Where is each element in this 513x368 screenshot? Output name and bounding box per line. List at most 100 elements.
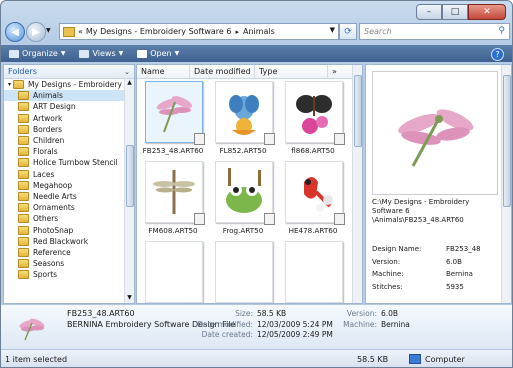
file-type-badge-icon [334,133,345,145]
file-item[interactable]: FL852.ART50 [211,81,275,161]
caption-buttons: – □ ✕ [416,4,506,20]
folder-icon [18,169,29,179]
open-button[interactable]: Open ▼ [137,49,179,58]
tree-item[interactable]: Animals [4,90,124,102]
search-input[interactable]: Search ⚲ [359,23,510,40]
folders-header[interactable]: Folders ⌄ [4,65,134,79]
tree-item-label: Holice Turnbow Stencil [33,158,118,168]
tree-item[interactable]: Reference [4,247,124,258]
file-item[interactable]: fl868.ART50 [281,81,345,161]
file-thumbnail[interactable] [145,81,205,145]
file-scrollbar[interactable] [352,65,362,303]
scroll-thumb[interactable] [126,145,134,207]
column-name[interactable]: Name [137,65,190,78]
explorer-window: – □ ✕ ◀ ▶ ▼ « My Designs - Embroidery So… [0,0,513,368]
file-thumbnail[interactable] [215,241,273,303]
preview-property-row: Version: 6.0B [372,256,502,269]
tree-item[interactable]: Ornaments [4,202,124,213]
expand-arrow-icon[interactable]: ▾ [8,81,11,88]
tree-item[interactable]: Borders [4,124,124,135]
file-item[interactable]: Frog.ART50 [211,161,275,241]
file-thumbnail[interactable] [215,161,275,225]
search-icon[interactable]: ⚲ [498,26,505,36]
scroll-up-icon[interactable]: ▲ [125,79,134,88]
file-thumbnail[interactable] [145,241,203,303]
file-thumbnail[interactable] [285,81,345,145]
column-type[interactable]: Type [255,65,328,78]
folders-scrollbar[interactable]: ▲ ▼ [124,79,134,303]
tree-item[interactable]: Seasons [4,258,124,269]
preview-pane: C:\My Designs - Embroidery Software 6 \A… [365,64,512,304]
preview-scrollbar[interactable] [501,65,511,303]
file-thumbnail[interactable] [215,81,275,145]
views-button[interactable]: Views ▼ [79,49,123,58]
folder-icon [63,26,75,37]
folder-icon [18,270,29,280]
tree-item[interactable]: Red Blackwork [4,236,124,247]
tree-item[interactable]: Sports [4,269,124,280]
organize-button[interactable]: Organize ▼ [9,49,65,58]
breadcrumb-animals[interactable]: Animals [243,27,275,36]
tree-item-label: Needle Arts [33,191,77,201]
address-prefix[interactable]: « [78,27,83,36]
file-item[interactable]: FM608.ART50 [141,161,205,241]
help-icon[interactable]: ? [491,48,504,61]
file-item[interactable] [281,241,345,303]
close-button[interactable]: ✕ [468,4,506,20]
property-value: 5935 [446,282,464,291]
chevron-down-icon: ▼ [118,50,124,57]
address-input[interactable]: « My Designs - Embroidery Software 6 ▸ A… [59,23,339,40]
tree-item-label: Red Blackwork [33,236,89,246]
breadcrumb-my-designs[interactable]: My Designs - Embroidery Software 6 [86,27,232,36]
tree-item[interactable]: Artwork [4,113,124,124]
chevron-down-icon[interactable]: ⌄ [124,68,130,76]
column-date-modified[interactable]: Date modified [190,65,255,78]
tree-item[interactable]: Others [4,213,124,224]
tree-item[interactable]: ART Design [4,101,124,112]
search-placeholder: Search [364,27,392,36]
created-value: 12/05/2009 2:49 PM [257,330,333,339]
tree-item[interactable]: Holice Turnbow Stencil [4,157,124,168]
tree-item[interactable]: Children [4,135,124,146]
scroll-thumb[interactable] [503,75,511,207]
address-bar-area: ◀ ▶ ▼ « My Designs - Embroidery Software… [5,21,510,43]
scroll-thumb[interactable] [354,75,362,147]
scroll-down-icon[interactable]: ▼ [125,294,134,303]
file-thumbnail[interactable] [285,241,343,303]
refresh-icon: ⟳ [344,26,352,37]
tree-item[interactable]: Florals [4,146,124,157]
recent-pages-dropdown[interactable]: ▼ [46,27,51,34]
tree-item[interactable]: Megahoop [4,180,124,191]
status-bar: 1 item selected 58.5 KB Computer [1,349,512,367]
file-item[interactable] [211,241,275,303]
file-item[interactable]: FB253_48.ART60 [141,81,205,161]
file-thumbnail[interactable] [285,161,345,225]
file-item[interactable]: HE478.ART60 [281,161,345,241]
refresh-button[interactable]: ⟳ [339,23,357,40]
tree-item[interactable]: PhotoSnap [4,224,124,235]
tree-item[interactable]: Needle Arts [4,191,124,202]
tree-item[interactable]: Laces [4,169,124,180]
breadcrumb-separator-icon[interactable]: ▸ [235,28,239,36]
forward-button[interactable]: ▶ [26,22,46,42]
organize-label: Organize [22,49,58,58]
preview-property-row: Stitches: 5935 [372,281,502,294]
chevron-down-icon: ▼ [60,50,66,57]
folder-icon [13,80,25,90]
folder-icon [18,236,29,246]
folder-icon [18,203,29,213]
folder-icon [18,113,29,123]
address-dropdown-icon[interactable]: ▼ [330,26,335,34]
tree-item-root[interactable]: ▾ My Designs - Embroidery [4,79,124,90]
maximize-button[interactable]: □ [442,4,468,20]
status-location-label: Computer [425,354,465,364]
dragonfly-thumbnail-icon [19,318,45,341]
minimize-button[interactable]: – [416,4,442,20]
tree-item-label: Ornaments [33,203,75,213]
back-button[interactable]: ◀ [5,22,25,42]
property-key: Stitches: [372,282,403,291]
file-item[interactable] [141,241,205,303]
file-thumbnail[interactable] [145,161,205,225]
column-more[interactable]: » [328,65,348,78]
tree-item-label: PhotoSnap [33,225,74,235]
